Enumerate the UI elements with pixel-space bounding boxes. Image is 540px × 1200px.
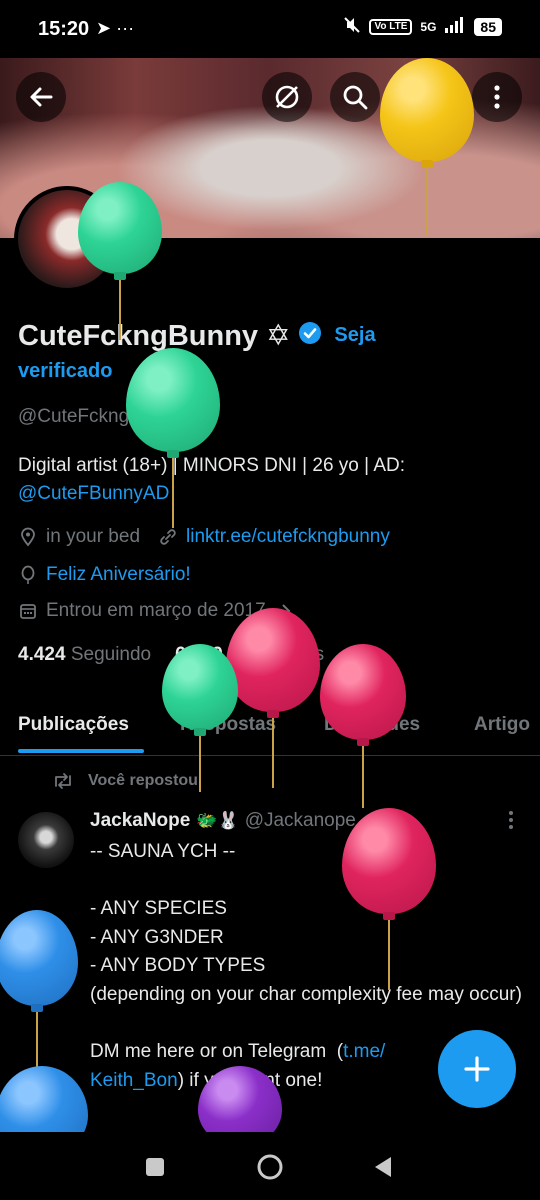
profile-handle: @CuteFckngBunny bbox=[18, 406, 184, 427]
edit-button[interactable] bbox=[400, 72, 450, 122]
profile-bio: Digital artist (18+) | MINORS DNI | 26 y… bbox=[18, 452, 518, 508]
profile-birthday-row: Feliz Aniversário! bbox=[18, 564, 191, 586]
following-label: Seguindo bbox=[70, 644, 152, 665]
back-nav-button[interactable] bbox=[368, 1152, 398, 1182]
verified-badge-icon[interactable] bbox=[298, 321, 322, 350]
following-count: 4.424 bbox=[18, 644, 66, 665]
network-type: 5G bbox=[420, 19, 437, 34]
plus-icon bbox=[464, 1056, 490, 1082]
chevron-right-icon bbox=[281, 604, 291, 618]
location-pin-icon bbox=[21, 527, 35, 547]
profile-joined-row: Entrou em março de 2017 bbox=[18, 600, 294, 622]
back-triangle-icon bbox=[375, 1157, 391, 1177]
system-navigation-bar bbox=[0, 1132, 540, 1200]
profile-website-link[interactable]: linktr.ee/cutefckngbunny bbox=[186, 526, 390, 548]
profile-meta-row: in your bed linktr.ee/cutefckngbunny bbox=[18, 526, 390, 548]
telegram-notification-icon: ➤ ··· bbox=[96, 18, 135, 38]
repost-label: Você repostou bbox=[88, 772, 198, 789]
post-author-name[interactable]: JackaNope bbox=[90, 810, 190, 832]
following-stat[interactable]: 4.424 Seguindo bbox=[18, 644, 151, 666]
profile-joined-date: Entrou em março de 2017 bbox=[46, 600, 266, 621]
repost-indicator: Você repostou bbox=[52, 772, 198, 790]
tab-replies[interactable]: Respostas bbox=[180, 714, 276, 736]
get-verified-link[interactable]: Seja bbox=[334, 324, 375, 347]
signal-icon bbox=[444, 17, 466, 36]
bio-text: Digital artist (18+) | MINORS DNI | 26 y… bbox=[18, 455, 405, 476]
post-more-button[interactable] bbox=[504, 808, 518, 837]
profile-display-name: CuteFckngBunny ✡ bbox=[18, 320, 291, 352]
active-tab-indicator bbox=[18, 749, 144, 753]
status-right-icons: Vo LTE 5G 85 bbox=[343, 16, 502, 37]
more-vertical-icon bbox=[494, 85, 500, 109]
edit-icon bbox=[414, 86, 436, 108]
repost-icon bbox=[55, 773, 71, 789]
search-icon bbox=[343, 85, 368, 110]
grok-button[interactable] bbox=[262, 72, 312, 122]
mute-icon bbox=[343, 16, 361, 37]
post-header: JackaNope 🐲🐰 @Jackanope · 2d bbox=[90, 810, 394, 832]
more-vertical-icon bbox=[509, 811, 513, 829]
follow-stats: 4.424 Seguindo 6.679 Seguidores bbox=[18, 644, 324, 666]
compose-post-button[interactable] bbox=[438, 1030, 516, 1108]
search-button[interactable] bbox=[330, 72, 380, 122]
profile-tabs: Publicações Respostas Destaques Artigo bbox=[0, 700, 540, 756]
link-icon bbox=[160, 529, 176, 545]
post-author-avatar[interactable] bbox=[18, 812, 74, 868]
bio-mention-link[interactable]: @CuteFBunnyAD bbox=[18, 483, 169, 504]
battery-indicator: 85 bbox=[474, 17, 502, 36]
followers-count: 6.679 bbox=[175, 644, 223, 665]
balloon-icon bbox=[21, 565, 35, 584]
recents-button[interactable] bbox=[140, 1152, 170, 1182]
profile-name-row: CuteFckngBunny ✡ Seja bbox=[18, 318, 376, 353]
status-bar: 15:20 ➤ ··· Vo LTE 5G 85 bbox=[0, 0, 540, 58]
back-button[interactable] bbox=[16, 72, 66, 122]
get-verified-link-line2[interactable]: verificado bbox=[18, 360, 112, 383]
volte-badge: Vo LTE bbox=[369, 18, 413, 35]
home-circle-icon bbox=[257, 1154, 283, 1180]
grok-icon bbox=[275, 85, 299, 109]
back-arrow-icon bbox=[30, 87, 53, 107]
post-author-emoji: 🐲🐰 bbox=[196, 811, 239, 830]
status-time: 15:20 bbox=[38, 18, 90, 40]
tab-articles[interactable]: Artigo bbox=[474, 714, 530, 736]
calendar-icon bbox=[20, 604, 36, 619]
profile-avatar[interactable] bbox=[14, 186, 120, 292]
recents-square-icon bbox=[146, 1158, 164, 1176]
more-button[interactable] bbox=[472, 72, 522, 122]
tab-posts[interactable]: Publicações bbox=[18, 714, 129, 736]
post-text: -- SAUNA YCH -- - ANY SPECIES - ANY G3ND… bbox=[90, 841, 522, 1063]
followers-stat[interactable]: 6.679 Seguidores bbox=[175, 644, 324, 666]
tab-highlights[interactable]: Destaques bbox=[324, 714, 420, 736]
post-text-tail: ) if you want one! bbox=[177, 1069, 323, 1091]
post-author-handle: @Jackanope · 2d bbox=[244, 810, 394, 831]
followers-label: Seguidores bbox=[227, 644, 325, 665]
home-button[interactable] bbox=[255, 1152, 285, 1182]
profile-birthday[interactable]: Feliz Aniversário! bbox=[46, 564, 191, 586]
profile-location: in your bed bbox=[46, 526, 141, 547]
